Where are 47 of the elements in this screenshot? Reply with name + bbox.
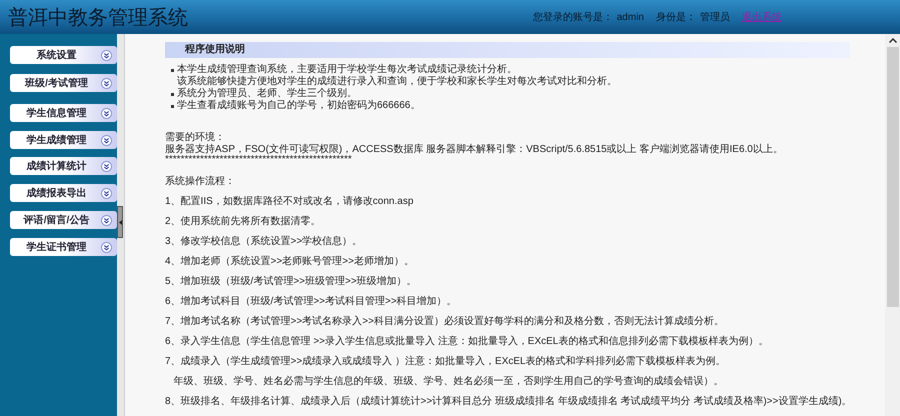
step-text: 6、录入学生信息（学生信息管理 >>录入学生信息或批量导入 注意：如批量导入，EXcEL表的格式和信息排列必需下载模板样表为例）。 — [165, 336, 770, 348]
sidebar-menu-button[interactable]: 班级/考试管理 — [10, 74, 117, 92]
bullet-text: 系统分为管理员、老师、学生三个级别。 — [177, 88, 357, 100]
chevron-down-icon — [101, 108, 112, 118]
account-label: 您登录的账号是： — [532, 10, 613, 24]
step-text: 年级、班级、学号、姓名必需与学生信息的年级、班级、学号、姓名必须一至，否则学生用自己的学号查询的成绩会错误）。 — [172, 376, 724, 388]
bullet-text: 学生查看成绩账号为自己的学号，初始密码为666666。 — [177, 100, 420, 112]
bullet-icon — [171, 93, 174, 96]
asterisk-divider: ************************************************ — [165, 156, 353, 164]
environment-heading: 需要的环境： — [165, 132, 226, 144]
sidebar-menu-button[interactable]: 学生证书管理 — [10, 238, 117, 256]
account-name: admin — [616, 10, 644, 24]
chevron-down-icon — [101, 214, 112, 226]
step-text: 5、增加班级（班级/考试管理>>班级管理>>班级增加）。 — [165, 276, 418, 288]
collapse-handle[interactable] — [117, 206, 123, 238]
chevron-down-icon — [101, 134, 112, 146]
bullet-icon — [171, 69, 174, 72]
section-title: 程序使用说明 — [185, 44, 245, 56]
step-text: 4、增加老师（系统设置>>老师账号管理>>老师增加）。 — [165, 256, 415, 268]
step-text: 8、班级排名、年级排名计算、成绩录入后（成绩计算统计>>计算科目总分 班级成绩排名 年级成绩排名 考试成绩平均分 考试成绩及格率)>>设置学生成绩)。 — [165, 396, 853, 408]
environment-text: 服务器支持ASP，FSO(文件可读写权限)，ACCESS数据库 服务器脚本解释引擎：VBScript/5.6.8515或以上 客户端浏览器请使用IE6.0以上。 — [165, 144, 784, 155]
bullet-text: 该系统能够快捷方便地对学生的成绩进行录入和查询，便于学校和家长学生对每次考试对比和分析。 — [177, 76, 617, 88]
chevron-down-icon — [101, 50, 112, 60]
sidebar-menu-button[interactable]: 学生成绩管理 — [10, 131, 117, 149]
steps-heading: 系统操作流程： — [165, 176, 236, 188]
sidebar-menu-button[interactable]: 评语/留言/公告 — [10, 211, 117, 229]
step-text: 3、修改学校信息（系统设置>>学校信息）。 — [165, 236, 364, 248]
role-label: 身份是： — [656, 10, 696, 24]
chevron-down-icon — [101, 78, 112, 88]
sidebar-menu-button[interactable]: 系统设置 — [10, 46, 117, 64]
scrollbar-thumb[interactable] — [886, 47, 898, 307]
chevron-down-icon — [101, 188, 112, 198]
bullet-icon — [171, 105, 174, 108]
bullet-text: 本学生成绩管理查询系统，主要适用于学校学生每次考试成绩记录统计分析。 — [177, 64, 518, 76]
step-text: 2、使用系统前先将所有数据清零。 — [165, 216, 322, 228]
role-value: 管理员 — [700, 10, 730, 24]
left-arrow-icon — [118, 220, 122, 224]
step-text: 1、配置IIS，如数据库路径不对或改名，请修改conn.asp — [165, 196, 414, 208]
step-text: 7、成绩录入（学生成绩管理>>成绩录入或成绩导入 ）注意：如批量导入，EXcEL表的格式和学科排列必需下载模板样表为例。 — [165, 356, 727, 368]
step-text: 7、增加考试名称（考试管理>>考试名称录入>>科目满分设置）必须设置好每学科的满分和及格分数，否则无法计算成绩分析。 — [165, 316, 725, 328]
chevron-down-icon — [101, 160, 112, 172]
sidebar-menu-button[interactable]: 成绩报表导出 — [10, 184, 117, 202]
app-title: 普洱中教务管理系统 — [8, 4, 188, 31]
sidebar-menu-button[interactable]: 学生信息管理 — [10, 104, 117, 122]
step-text: 6、增加考试科目（班级/考试管理>>考试科目管理>>科目增加）。 — [165, 296, 458, 308]
sidebar-menu-button[interactable]: 成绩计算统计 — [10, 157, 117, 175]
chevron-down-icon — [101, 242, 112, 252]
